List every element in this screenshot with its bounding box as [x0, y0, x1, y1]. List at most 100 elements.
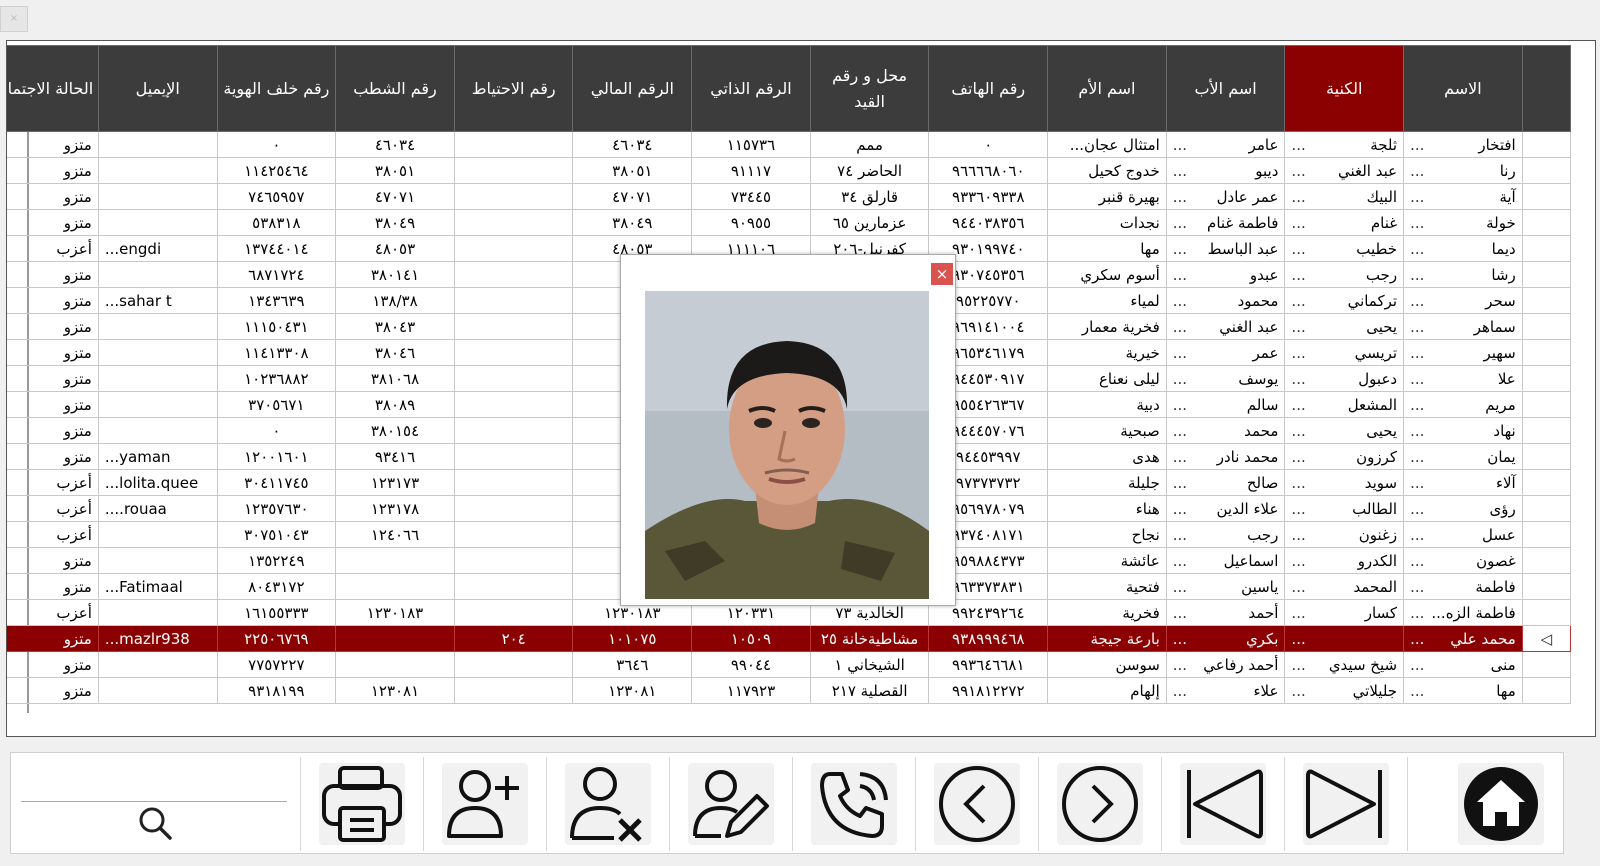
cell-status[interactable]: متزو — [7, 573, 99, 600]
cell-reserve[interactable] — [453, 443, 574, 470]
cell-reserve[interactable]: ٢٠٤ — [453, 625, 574, 652]
cell-reserve[interactable] — [453, 261, 574, 288]
column-header[interactable]: رقم خلف الهوية — [216, 45, 337, 132]
window-close-button[interactable]: × — [0, 6, 28, 32]
cell-id-back[interactable]: ٩٣١٨١٩٩ — [216, 677, 337, 704]
cell-name[interactable]: غصون... — [1403, 547, 1523, 574]
cell-email[interactable]: mazlr938... — [97, 625, 218, 652]
cell-status[interactable]: متزو — [7, 287, 99, 314]
cell-status[interactable]: أعزب — [7, 599, 99, 626]
cell-reserve[interactable] — [453, 391, 574, 418]
cell-id-back[interactable]: ١١١٥٠٤٣١ — [216, 313, 337, 340]
cell-mother[interactable]: هناء — [1047, 495, 1167, 522]
cell-surname[interactable]: شيخ سيدي... — [1284, 651, 1405, 678]
cell-name[interactable]: نهاد... — [1403, 417, 1523, 444]
cell-name[interactable]: افتخار... — [1403, 131, 1523, 158]
cell-reserve[interactable] — [453, 183, 574, 210]
cell-strike[interactable]: ٣٨٠١٤١ — [335, 261, 455, 288]
cell-strike[interactable]: ١٢٤٠٦٦ — [335, 521, 455, 548]
cell-mother[interactable]: سوسن — [1047, 651, 1167, 678]
row-header[interactable] — [1521, 469, 1572, 496]
cell-email[interactable] — [97, 339, 218, 366]
row-header[interactable] — [1521, 677, 1572, 704]
cell-strike[interactable] — [335, 547, 455, 574]
cell-status[interactable]: متزو — [7, 365, 99, 392]
column-header[interactable]: الكنية — [1284, 45, 1405, 132]
print-button[interactable] — [301, 757, 424, 851]
cell-reserve[interactable] — [453, 677, 574, 704]
cell-name[interactable]: فاطمة... — [1403, 573, 1523, 600]
row-header[interactable] — [1521, 209, 1572, 236]
row-header[interactable] — [1521, 261, 1572, 288]
cell-name[interactable]: ديما... — [1403, 235, 1523, 262]
cell-status[interactable]: متزو — [7, 313, 99, 340]
column-header[interactable]: الاسم — [1403, 45, 1523, 132]
cell-reserve[interactable] — [453, 313, 574, 340]
cell-email[interactable]: yaman... — [97, 443, 218, 470]
cell-surname[interactable]: المحمد... — [1284, 573, 1405, 600]
cell-name[interactable]: مها... — [1403, 677, 1523, 704]
cell-father[interactable]: اسماعيل... — [1165, 547, 1286, 574]
cell-strike[interactable]: ٣٨٠٤٩ — [335, 209, 455, 236]
cell-mother[interactable]: إلهام — [1047, 677, 1167, 704]
cell-father[interactable]: عبد الباسط... — [1165, 235, 1286, 262]
cell-fin-no[interactable]: ١٢٣٠٨١ — [572, 677, 693, 704]
cell-mother[interactable]: دبية — [1047, 391, 1167, 418]
row-header[interactable] — [1521, 235, 1572, 262]
cell-father[interactable]: سالم... — [1165, 391, 1286, 418]
table-row[interactable]: آية... البيك... عمر عادل... بهيرة قنبر ٩٣٣٦٠… — [7, 183, 1572, 210]
cell-email[interactable] — [97, 417, 218, 444]
cell-name[interactable]: سماهر... — [1403, 313, 1523, 340]
cell-self-no[interactable]: ١١٧٩٢٣ — [691, 677, 811, 704]
cell-status[interactable]: متزو — [7, 625, 99, 652]
cell-id-back[interactable]: ١٢٠٠١٦٠١ — [216, 443, 337, 470]
cell-reserve[interactable] — [453, 547, 574, 574]
cell-id-back[interactable]: ٣٧٠٥٦٧١ — [216, 391, 337, 418]
cell-email[interactable] — [97, 313, 218, 340]
cell-surname[interactable]: يحيى... — [1284, 313, 1405, 340]
cell-surname[interactable]: ثلجة... — [1284, 131, 1405, 158]
cell-phone[interactable]: ٩٣٣٦٠٩٣٣٨ — [928, 183, 1049, 210]
row-header[interactable] — [1521, 573, 1572, 600]
cell-email[interactable]: sahar t... — [97, 287, 218, 314]
cell-father[interactable]: علاء... — [1165, 677, 1286, 704]
cell-email[interactable] — [97, 261, 218, 288]
cell-mother[interactable]: صبحية — [1047, 417, 1167, 444]
last-record-button[interactable] — [1285, 757, 1408, 851]
row-header[interactable] — [1521, 495, 1572, 522]
cell-surname[interactable]: رجب... — [1284, 261, 1405, 288]
cell-mother[interactable]: فخرية — [1047, 599, 1167, 626]
cell-id-back[interactable]: ٨٠٤٣١٧٢ — [216, 573, 337, 600]
cell-reserve[interactable] — [453, 521, 574, 548]
cell-strike[interactable]: ٣٨٠٤٦ — [335, 339, 455, 366]
cell-registry[interactable]: عزمارين ٦٥ — [809, 209, 930, 236]
cell-surname[interactable]: يحيى... — [1284, 417, 1405, 444]
cell-status[interactable]: متزو — [7, 261, 99, 288]
cell-fin-no[interactable]: ٣٨٠٤٩ — [572, 209, 693, 236]
cell-email[interactable] — [97, 547, 218, 574]
cell-reserve[interactable] — [453, 417, 574, 444]
row-header[interactable] — [1521, 391, 1572, 418]
cell-reserve[interactable] — [453, 209, 574, 236]
cell-mother[interactable]: أسوم سكري — [1047, 261, 1167, 288]
cell-status[interactable]: أعزب — [7, 235, 99, 262]
cell-email[interactable] — [97, 157, 218, 184]
delete-user-button[interactable] — [547, 757, 670, 851]
cell-phone[interactable]: ٠ — [928, 131, 1049, 158]
cell-strike[interactable]: ٣٨١٠٦٨ — [335, 365, 455, 392]
cell-reserve[interactable] — [453, 651, 574, 678]
row-header[interactable]: ◁ — [1521, 625, 1572, 652]
column-header[interactable]: الإيميل — [97, 45, 218, 132]
cell-surname[interactable]: تركماني... — [1284, 287, 1405, 314]
column-header[interactable]: اسم الأب — [1165, 45, 1286, 132]
cell-email[interactable] — [97, 599, 218, 626]
cell-mother[interactable]: مها — [1047, 235, 1167, 262]
cell-id-back[interactable]: ٠ — [216, 131, 337, 158]
cell-id-back[interactable]: ١٣٥٢٢٤٩ — [216, 547, 337, 574]
next-button[interactable] — [1039, 757, 1162, 851]
cell-reserve[interactable] — [453, 339, 574, 366]
cell-name[interactable]: رنا... — [1403, 157, 1523, 184]
cell-surname[interactable]: غنام... — [1284, 209, 1405, 236]
cell-mother[interactable]: لمياء — [1047, 287, 1167, 314]
cell-father[interactable]: عبدو... — [1165, 261, 1286, 288]
